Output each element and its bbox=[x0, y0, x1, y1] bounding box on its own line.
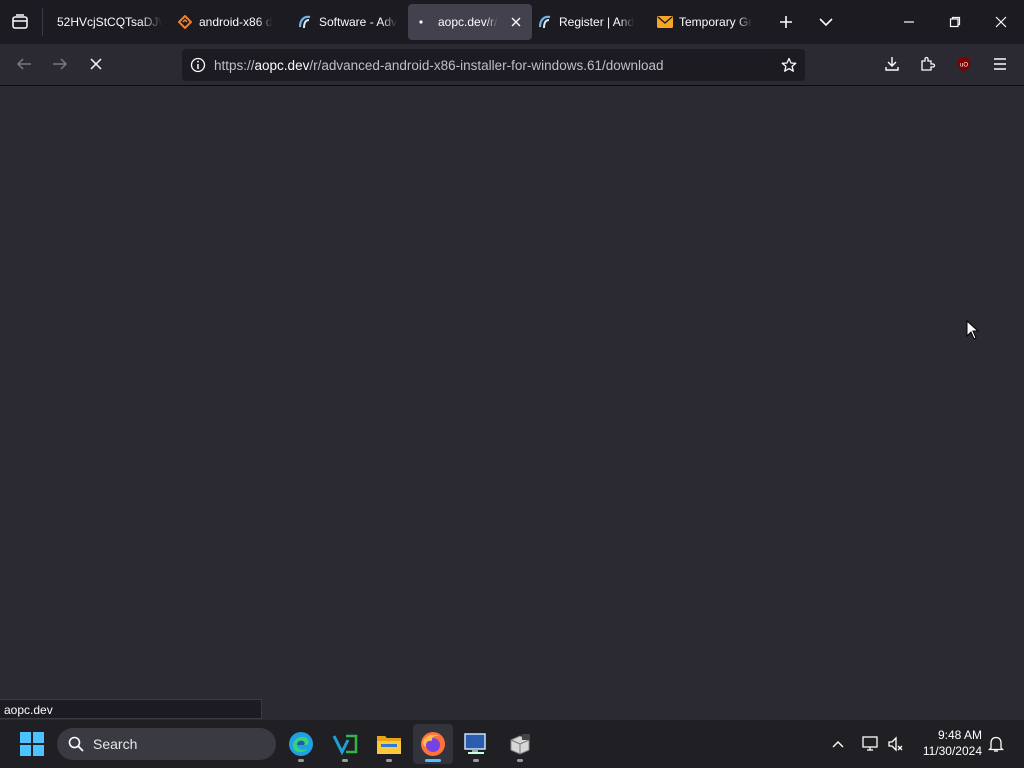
download-icon bbox=[885, 57, 899, 71]
close-window-button[interactable] bbox=[978, 0, 1024, 44]
package-icon bbox=[510, 734, 530, 755]
running-indicator bbox=[473, 759, 479, 762]
close-icon bbox=[995, 16, 1007, 28]
mail-icon bbox=[657, 14, 673, 30]
clock-date: 11/30/2024 bbox=[922, 744, 982, 758]
svg-text:uO: uO bbox=[960, 63, 968, 69]
taskbar-app-edge[interactable] bbox=[281, 724, 321, 764]
puzzle-icon bbox=[921, 56, 936, 71]
stop-icon bbox=[90, 58, 102, 70]
search-placeholder: Search bbox=[93, 736, 138, 752]
start-button[interactable] bbox=[12, 724, 52, 764]
stop-loading-button[interactable] bbox=[80, 48, 112, 80]
app-menu-button[interactable] bbox=[984, 48, 1016, 80]
volume-tray-icon[interactable] bbox=[884, 732, 908, 756]
tab-label: 52HVcjStCQTsaDJ\ bbox=[57, 15, 162, 29]
diamond-icon bbox=[177, 14, 193, 30]
url-scheme: https:// bbox=[214, 57, 255, 73]
tab-label: Software - Adv bbox=[319, 15, 398, 29]
tab-1[interactable]: 52HVcjStCQTsaDJ\ bbox=[50, 4, 167, 40]
url-path: /r/advanced-android-x86-installer-for-wi… bbox=[309, 57, 664, 73]
running-indicator bbox=[386, 759, 392, 762]
firefox-view-icon bbox=[12, 14, 28, 29]
clock-time: 9:48 AM bbox=[937, 728, 982, 742]
notifications-button[interactable] bbox=[984, 732, 1008, 756]
ublock-origin-button[interactable]: uO bbox=[948, 48, 980, 80]
arrow-left-icon bbox=[16, 58, 31, 70]
taskbar-app-vscode-like[interactable] bbox=[325, 724, 365, 764]
bell-icon bbox=[988, 736, 1004, 752]
tab-label: aopc.dev/r/a bbox=[438, 15, 498, 29]
taskbar-app-installer[interactable] bbox=[500, 724, 540, 764]
tab-bar: 52HVcjStCQTsaDJ\ android-x86 d Software … bbox=[0, 0, 1024, 44]
show-hidden-icons-button[interactable] bbox=[826, 732, 850, 756]
folder-icon bbox=[377, 736, 401, 754]
hamburger-menu-icon bbox=[994, 58, 1006, 70]
running-indicator bbox=[425, 759, 441, 762]
downloads-button[interactable] bbox=[876, 48, 908, 80]
taskbar-app-file-explorer[interactable] bbox=[369, 724, 409, 764]
tab-label: Temporary Gr bbox=[679, 15, 753, 29]
tab-label: android-x86 d bbox=[199, 15, 273, 29]
minimize-icon bbox=[904, 21, 914, 23]
close-tab-icon[interactable] bbox=[508, 14, 524, 30]
running-indicator bbox=[517, 759, 523, 762]
tab-register[interactable]: Register | And bbox=[530, 4, 647, 40]
loading-dot-icon bbox=[416, 14, 432, 30]
minimize-button[interactable] bbox=[886, 0, 932, 44]
tab-software[interactable]: Software - Adv bbox=[290, 4, 407, 40]
network-tray-icon[interactable] bbox=[858, 732, 882, 756]
site-info-icon[interactable] bbox=[190, 57, 206, 73]
chevron-up-icon bbox=[832, 741, 844, 748]
bookmark-star-icon[interactable] bbox=[779, 55, 799, 75]
running-indicator bbox=[298, 759, 304, 762]
aopc-logo-icon bbox=[537, 14, 553, 30]
mouse-cursor-icon bbox=[966, 320, 980, 340]
new-tab-button[interactable] bbox=[770, 6, 802, 38]
aopc-logo-icon bbox=[297, 14, 313, 30]
navigation-toolbar: https://aopc.dev/r/advanced-android-x86-… bbox=[0, 44, 1024, 86]
network-icon bbox=[862, 736, 878, 751]
arrow-right-icon bbox=[53, 58, 68, 70]
speaker-muted-icon bbox=[888, 736, 903, 752]
tab-aopc-download[interactable]: aopc.dev/r/a bbox=[408, 4, 532, 40]
extensions-button[interactable] bbox=[912, 48, 944, 80]
list-all-tabs-button[interactable] bbox=[810, 6, 842, 38]
firefox-view-button[interactable] bbox=[0, 4, 40, 40]
page-content-area bbox=[0, 86, 1024, 720]
plus-icon bbox=[780, 16, 792, 28]
chevron-down-icon bbox=[819, 18, 833, 27]
firefox-icon bbox=[421, 732, 445, 756]
link-status-bar: aopc.dev bbox=[0, 699, 262, 719]
tab-android-x86[interactable]: android-x86 d bbox=[170, 4, 287, 40]
taskbar-app-firefox[interactable] bbox=[413, 724, 453, 764]
taskbar-clock[interactable]: 9:48 AM 11/30/2024 bbox=[923, 727, 982, 759]
tab-temporary-mail[interactable]: Temporary Gr bbox=[650, 4, 767, 40]
ublock-shield-icon: uO bbox=[958, 57, 970, 71]
running-indicator bbox=[342, 759, 348, 762]
monitor-app-icon bbox=[464, 733, 486, 754]
restore-button[interactable] bbox=[932, 0, 978, 44]
windows-taskbar: Search 9:48 AM 11/30/2024 bbox=[0, 720, 1024, 768]
windows-logo-icon bbox=[20, 732, 44, 756]
search-icon bbox=[68, 736, 84, 752]
blue-app-icon bbox=[332, 734, 358, 756]
edge-icon bbox=[289, 732, 313, 756]
taskbar-app-remote-desktop[interactable] bbox=[456, 724, 496, 764]
taskbar-search-box[interactable]: Search bbox=[57, 728, 276, 760]
restore-icon bbox=[949, 16, 961, 28]
tab-label: Register | And bbox=[559, 15, 635, 29]
forward-button[interactable] bbox=[44, 48, 76, 80]
tab-separator bbox=[42, 8, 43, 36]
url-bar[interactable]: https://aopc.dev/r/advanced-android-x86-… bbox=[182, 49, 805, 81]
back-button[interactable] bbox=[8, 48, 40, 80]
url-host: aopc.dev bbox=[254, 57, 310, 73]
url-text: https://aopc.dev/r/advanced-android-x86-… bbox=[214, 58, 664, 73]
